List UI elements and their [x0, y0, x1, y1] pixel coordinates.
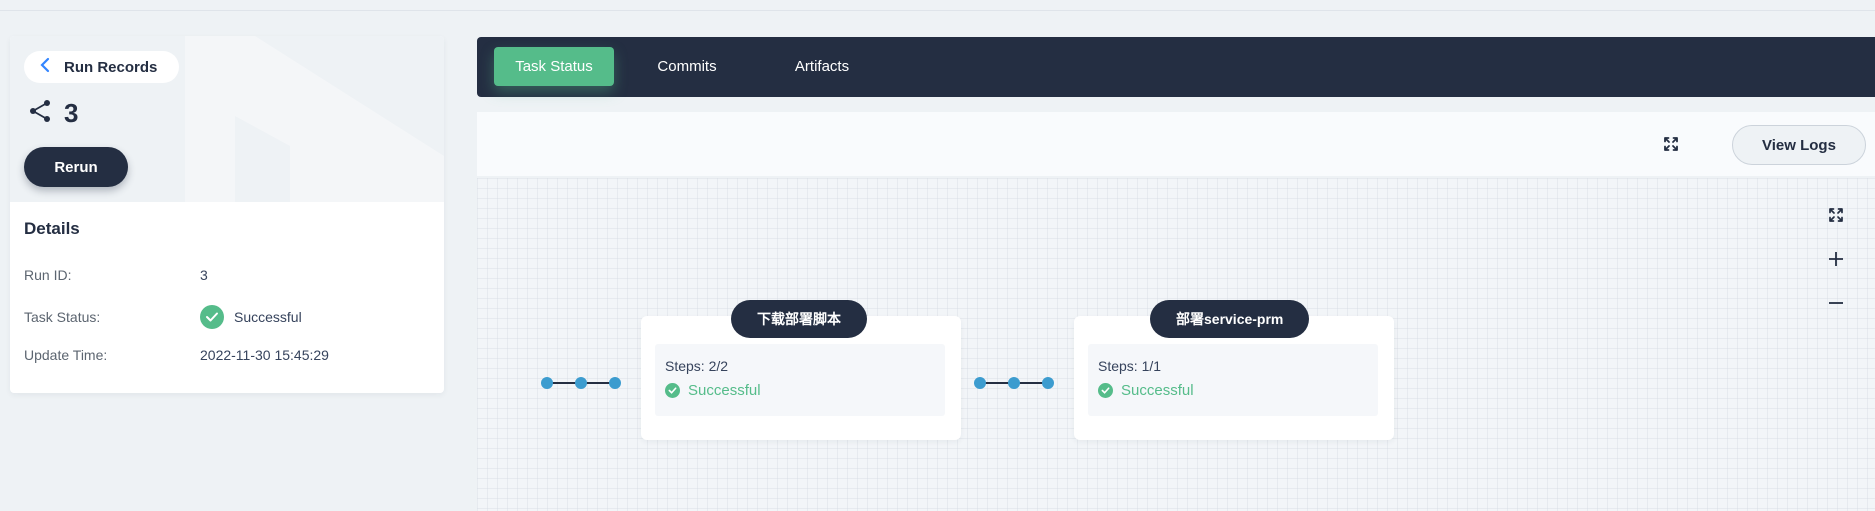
tab-artifacts[interactable]: Artifacts — [767, 47, 877, 86]
check-circle-icon — [665, 383, 680, 398]
back-to-run-records-button[interactable]: Run Records — [24, 51, 180, 83]
minus-icon[interactable] — [1824, 291, 1848, 315]
tab-commits[interactable]: Commits — [632, 47, 742, 86]
details-heading: Details — [24, 219, 80, 238]
view-logs-button[interactable]: View Logs — [1732, 125, 1866, 165]
check-circle-icon — [1098, 383, 1113, 398]
detail-key: Update Time: — [24, 347, 108, 363]
detail-value: 2022-11-30 15:45:29 — [200, 347, 329, 363]
tab-bar: Task Status Commits Artifacts — [477, 37, 1875, 97]
stage-steps: Steps: 2/2 — [665, 358, 729, 374]
stage-connector — [974, 377, 1054, 389]
detail-value-wrapper: Successful — [200, 305, 302, 329]
back-label: Run Records — [64, 58, 158, 76]
stage-connector — [541, 377, 621, 389]
detail-value: 3 — [200, 267, 208, 283]
detail-row-update-time: Update Time: 2022-11-30 15:45:29 — [24, 347, 329, 363]
top-divider — [0, 0, 1875, 11]
chevron-left-icon — [40, 57, 50, 77]
stage-title[interactable]: 下载部署脚本 — [731, 300, 867, 338]
status-text: Successful — [234, 309, 302, 325]
run-number: 3 — [64, 98, 79, 128]
stage-status-text: Successful — [1121, 382, 1194, 399]
run-title: 3 — [28, 98, 78, 129]
detail-key: Run ID: — [24, 267, 72, 283]
check-circle-icon — [200, 305, 224, 329]
plus-icon[interactable] — [1824, 247, 1848, 271]
detail-row-run-id: Run ID: 3 — [24, 267, 208, 283]
tab-task-status[interactable]: Task Status — [494, 47, 614, 86]
stage-steps: Steps: 1/1 — [1098, 358, 1162, 374]
expand-icon[interactable] — [1661, 134, 1681, 154]
pipeline-icon — [28, 99, 52, 128]
stage-title[interactable]: 部署service-prm — [1150, 300, 1310, 338]
stage-status: Successful — [665, 382, 761, 399]
rerun-button[interactable]: Rerun — [24, 147, 128, 187]
graph-toolbar: View Logs — [477, 112, 1875, 176]
detail-row-task-status: Task Status: Successful — [24, 305, 302, 329]
stage-status-text: Successful — [688, 382, 761, 399]
fit-screen-icon[interactable] — [1824, 203, 1848, 227]
stage-status: Successful — [1098, 382, 1194, 399]
detail-key: Task Status: — [24, 309, 101, 325]
stage-body: Steps: 2/2 Successful — [655, 344, 945, 416]
run-summary-card: Run Records 3 Rerun Details Run ID: 3 Ta… — [10, 36, 444, 393]
stage-body: Steps: 1/1 Successful — [1088, 344, 1378, 416]
pipeline-canvas: Steps: 2/2 Successful 下载部署脚本 Steps: 1/1 … — [477, 178, 1875, 511]
run-header: Run Records 3 Rerun — [10, 36, 444, 202]
